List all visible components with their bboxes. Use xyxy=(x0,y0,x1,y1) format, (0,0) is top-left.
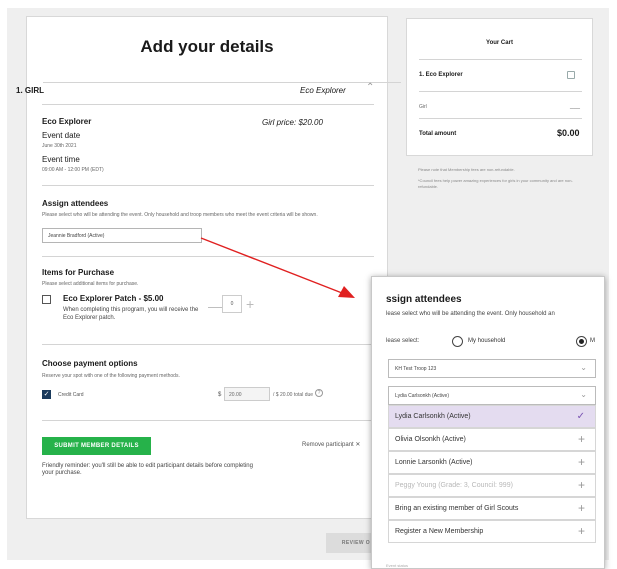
chevron-down-icon: ⌄ xyxy=(580,390,587,399)
attendee-dropdown-value: Lydia Carlsonkh (Active) xyxy=(395,393,450,399)
divider xyxy=(419,118,582,119)
household-radio-label: My household xyxy=(468,338,506,344)
remove-participant-link[interactable]: Remove participant ✕ xyxy=(302,441,360,448)
other-radio[interactable] xyxy=(576,336,587,347)
plus-icon: + xyxy=(577,432,585,446)
patch-title: Eco Explorer Patch - $5.00 xyxy=(63,294,164,303)
patch-quantity-input[interactable]: 0 xyxy=(222,295,242,313)
event-date-value: June 30th 2021 xyxy=(42,143,77,149)
attendee-option-disabled: Peggy Young (Grade: 3, Council: 999) + xyxy=(388,474,596,497)
patch-description: When completing this program, you will r… xyxy=(63,307,199,321)
assign-attendees-description: Please select who will be attending the … xyxy=(42,212,318,218)
close-icon: ✕ xyxy=(355,442,361,448)
event-time-value: 09:00 AM - 12:00 PM (EDT) xyxy=(42,167,104,173)
cart-card: Your Cart 1. Eco Explorer Girl ___ Total… xyxy=(406,18,593,156)
divider xyxy=(419,91,582,92)
check-icon: ✓ xyxy=(576,411,585,422)
currency-symbol: $ xyxy=(218,392,222,398)
attendee-option-label: Lydia Carlsonkh (Active) xyxy=(395,413,471,420)
image-icon xyxy=(567,71,575,79)
divider xyxy=(42,104,374,105)
divider xyxy=(42,344,374,345)
overlay-title: ssign attendees xyxy=(386,294,462,305)
attendee-option-label: Peggy Young (Grade: 3, Council: 999) xyxy=(395,482,513,489)
total-due-text: / $ 20.00 total due xyxy=(273,392,314,398)
cart-total-value: $0.00 xyxy=(557,128,580,138)
minus-icon[interactable]: — xyxy=(208,298,222,314)
divider xyxy=(42,185,374,186)
household-radio[interactable] xyxy=(452,336,463,347)
payment-description: Reserve your spot with one of the follow… xyxy=(42,373,180,379)
items-heading: Items for Purchase xyxy=(42,268,115,277)
payment-amount-input[interactable]: 20.00 xyxy=(224,387,270,401)
attendee-option-label: Bring an existing member of Girl Scouts xyxy=(395,505,519,512)
please-select-label: lease select: xyxy=(386,338,420,344)
attendee-option-label: Register a New Membership xyxy=(395,528,484,535)
attendee-option-label: Olivia Olsonkh (Active) xyxy=(395,436,466,443)
credit-card-checkbox[interactable]: ✓ xyxy=(42,390,51,399)
chevron-up-icon[interactable]: ⌃ xyxy=(366,82,374,93)
plus-icon: + xyxy=(577,524,585,538)
existing-member-option[interactable]: Bring an existing member of Girl Scouts … xyxy=(388,497,596,520)
attendee-option[interactable]: Lydia Carlsonkh (Active) ✓ xyxy=(388,405,596,428)
items-description: Please select additional items for purch… xyxy=(42,281,139,287)
attendee-option[interactable]: Olivia Olsonkh (Active) + xyxy=(388,428,596,451)
submit-member-details-button[interactable]: SUBMIT MEMBER DETAILS xyxy=(42,437,151,455)
event-date-label: Event date xyxy=(42,131,81,140)
divider xyxy=(419,59,582,60)
divider xyxy=(43,82,401,83)
plus-icon: + xyxy=(577,501,585,515)
plus-icon: + xyxy=(577,478,585,492)
divider xyxy=(42,420,374,421)
participant-section-label[interactable]: 1. GIRL xyxy=(16,86,44,95)
info-icon[interactable]: ? xyxy=(315,389,323,397)
chevron-down-icon: ⌄ xyxy=(580,363,587,372)
patch-checkbox[interactable] xyxy=(42,295,51,304)
assign-attendees-heading: Assign attendees xyxy=(42,199,109,208)
cart-note-membership: Please note that Membership fees are non… xyxy=(418,167,515,172)
remove-participant-label: Remove participant xyxy=(302,442,354,448)
attendee-dropdown[interactable]: Lydia Carlsonkh (Active) ⌄ xyxy=(388,386,596,405)
payment-heading: Choose payment options xyxy=(42,359,138,368)
divider xyxy=(42,256,374,257)
zoomed-attendee-panel: ssign attendees lease select who will be… xyxy=(371,276,605,569)
other-radio-label: M xyxy=(590,338,595,344)
event-time-label: Event time xyxy=(42,155,80,164)
participant-section-program: Eco Explorer xyxy=(300,86,346,95)
cart-note-council: *Council fees help power amazing experie… xyxy=(418,178,573,189)
troop-select-value: KH Test Troop 123 xyxy=(395,366,437,372)
cart-item-name: 1. Eco Explorer xyxy=(419,72,463,78)
cart-total-label: Total amount xyxy=(419,131,457,137)
register-membership-option[interactable]: Register a New Membership + xyxy=(388,520,596,543)
cart-title: Your Cart xyxy=(486,40,513,46)
program-name: Eco Explorer xyxy=(42,117,92,126)
troop-select[interactable]: KH Test Troop 123 ⌄ xyxy=(388,359,596,378)
attendee-option-label: Lonnie Larsonkh (Active) xyxy=(395,459,473,466)
cart-girl-label: Girl xyxy=(419,104,427,110)
page-title: Add your details xyxy=(140,37,274,56)
overlay-description: lease select who will be attending the e… xyxy=(386,311,555,317)
friendly-reminder: Friendly reminder: you'll still be able … xyxy=(42,463,253,476)
program-price: Girl price: $20.00 xyxy=(262,118,323,127)
overlay-footer-text: Event status xyxy=(386,563,409,568)
plus-icon[interactable]: + xyxy=(246,296,254,312)
attendee-select[interactable]: Jeannie Bradford (Active) xyxy=(42,228,202,243)
plus-icon: + xyxy=(577,455,585,469)
credit-card-label: Credit Card xyxy=(58,392,84,398)
attendee-option[interactable]: Lonnie Larsonkh (Active) + xyxy=(388,451,596,474)
cart-girl-value: ___ xyxy=(570,103,581,109)
